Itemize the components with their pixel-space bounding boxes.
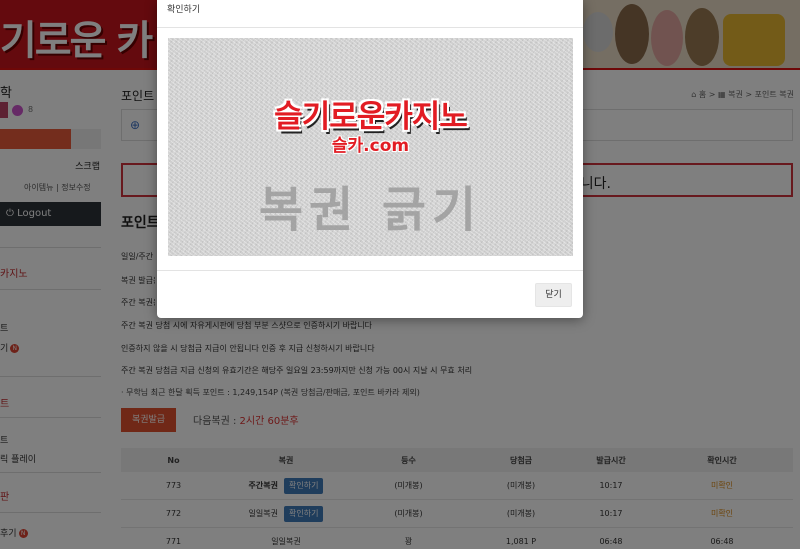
- scratch-card[interactable]: 슬기로운카지노 슬카.com 복권 긁기: [168, 38, 573, 256]
- modal-title: 확인하기: [167, 5, 201, 15]
- close-button[interactable]: 닫기: [535, 283, 572, 307]
- scratch-instruction: 복권 긁기: [258, 182, 483, 238]
- casino-logo: 슬기로운카지노: [274, 99, 468, 135]
- casino-domain: 슬카.com: [331, 136, 410, 156]
- modal-header: 확인하기: [157, 0, 583, 28]
- lottery-check-modal: 확인하기 슬기로운카지노 슬카.com 복권 긁기 닫기: [157, 0, 583, 318]
- modal-footer: 닫기: [157, 270, 583, 318]
